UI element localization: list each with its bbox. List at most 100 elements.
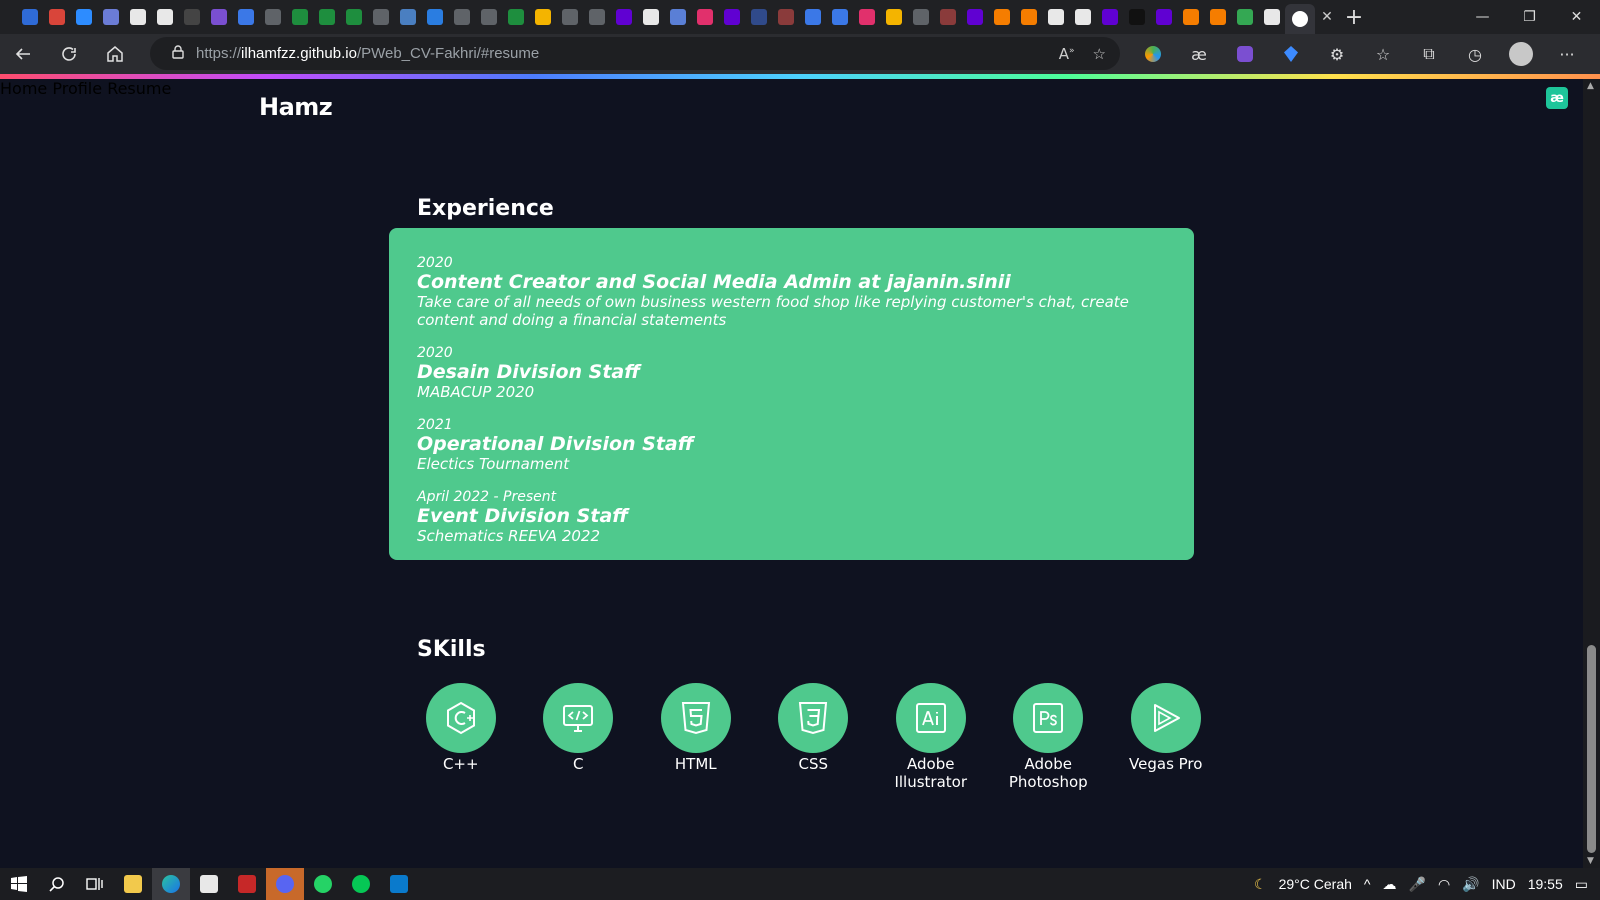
browser-tab[interactable] bbox=[772, 0, 799, 34]
new-tab-button[interactable]: + bbox=[1339, 5, 1369, 30]
browser-tab[interactable] bbox=[1069, 0, 1096, 34]
browser-tab[interactable] bbox=[151, 0, 178, 34]
taskbar-mail[interactable] bbox=[190, 868, 228, 900]
browser-tab[interactable] bbox=[1204, 0, 1231, 34]
close-window-button[interactable]: ✕ bbox=[1553, 0, 1600, 34]
more-menu-icon[interactable]: ··· bbox=[1544, 34, 1590, 74]
browser-tab[interactable] bbox=[934, 0, 961, 34]
notifications-icon[interactable]: ▭ bbox=[1575, 876, 1588, 893]
cloud-icon[interactable]: ☁ bbox=[1383, 876, 1397, 893]
scroll-down-icon[interactable]: ▼ bbox=[1587, 856, 1594, 866]
extension-1-icon[interactable] bbox=[1130, 34, 1176, 74]
browser-tab[interactable] bbox=[178, 0, 205, 34]
active-tab[interactable] bbox=[1285, 4, 1315, 34]
taskbar-discord[interactable] bbox=[266, 868, 304, 900]
history-icon[interactable]: ◷ bbox=[1452, 34, 1498, 74]
clock[interactable]: 19:55 bbox=[1528, 876, 1563, 892]
browser-tab[interactable] bbox=[448, 0, 475, 34]
taskbar-app-red[interactable] bbox=[228, 868, 266, 900]
taskbar-line[interactable] bbox=[342, 868, 380, 900]
tab-close-button[interactable]: ✕ bbox=[1315, 9, 1339, 25]
refresh-button[interactable] bbox=[46, 34, 92, 74]
browser-tab[interactable] bbox=[853, 0, 880, 34]
browser-tab[interactable] bbox=[1231, 0, 1258, 34]
back-button[interactable] bbox=[0, 34, 46, 74]
search-button[interactable] bbox=[38, 868, 76, 900]
scroll-thumb[interactable] bbox=[1587, 645, 1596, 853]
browser-tab[interactable] bbox=[286, 0, 313, 34]
tray-chevron-icon[interactable]: ^ bbox=[1364, 876, 1371, 892]
browser-tab[interactable] bbox=[313, 0, 340, 34]
taskbar-file-explorer[interactable] bbox=[114, 868, 152, 900]
browser-tab[interactable] bbox=[1042, 0, 1069, 34]
browser-tab[interactable] bbox=[1258, 0, 1285, 34]
page-scrollbar[interactable]: ▲ ▼ bbox=[1583, 79, 1600, 868]
mic-icon[interactable]: 🎤 bbox=[1409, 876, 1426, 893]
browser-tab[interactable] bbox=[1096, 0, 1123, 34]
browser-tab[interactable] bbox=[70, 0, 97, 34]
browser-tab[interactable] bbox=[691, 0, 718, 34]
scroll-up-icon[interactable]: ▲ bbox=[1587, 81, 1594, 91]
browser-tab[interactable] bbox=[16, 0, 43, 34]
browser-tab[interactable] bbox=[745, 0, 772, 34]
nav-resume[interactable]: Resume bbox=[107, 79, 171, 98]
browser-tab[interactable] bbox=[259, 0, 286, 34]
extension-4-icon[interactable] bbox=[1268, 34, 1314, 74]
restore-button[interactable]: ❐ bbox=[1506, 0, 1553, 34]
browser-tab[interactable] bbox=[97, 0, 124, 34]
browser-tab[interactable] bbox=[205, 0, 232, 34]
read-aloud-icon[interactable]: A» bbox=[1059, 45, 1075, 63]
add-favorite-icon[interactable]: ☆ bbox=[1093, 45, 1106, 63]
browser-tab[interactable] bbox=[961, 0, 988, 34]
weather-icon[interactable]: ☾ bbox=[1254, 876, 1267, 893]
taskbar-whatsapp[interactable] bbox=[304, 868, 342, 900]
weather-text[interactable]: 29°C Cerah bbox=[1279, 876, 1352, 892]
browser-tab[interactable] bbox=[1150, 0, 1177, 34]
browser-tab[interactable] bbox=[664, 0, 691, 34]
browser-tab[interactable] bbox=[637, 0, 664, 34]
browser-tab[interactable] bbox=[232, 0, 259, 34]
url-bar[interactable]: https://ilhamfzz.github.io/PWeb_CV-Fakhr… bbox=[150, 37, 1120, 70]
extensions-icon[interactable]: ⚙ bbox=[1314, 34, 1360, 74]
task-view-button[interactable] bbox=[76, 868, 114, 900]
browser-tab[interactable] bbox=[556, 0, 583, 34]
start-button[interactable] bbox=[0, 868, 38, 900]
site-brand[interactable]: Hamz bbox=[259, 93, 333, 121]
browser-tab[interactable] bbox=[718, 0, 745, 34]
browser-tab[interactable] bbox=[475, 0, 502, 34]
browser-tab[interactable] bbox=[826, 0, 853, 34]
browser-tab[interactable] bbox=[1123, 0, 1150, 34]
browser-tab[interactable] bbox=[421, 0, 448, 34]
nav-home[interactable]: Home bbox=[0, 79, 47, 98]
wifi-icon[interactable]: ◠ bbox=[1438, 876, 1450, 893]
tab-favicon-icon bbox=[1101, 9, 1118, 25]
language-indicator[interactable]: IND bbox=[1492, 876, 1516, 892]
browser-tab[interactable] bbox=[340, 0, 367, 34]
favorites-icon[interactable]: ☆ bbox=[1360, 34, 1406, 74]
home-button[interactable] bbox=[92, 34, 138, 74]
browser-tab[interactable] bbox=[367, 0, 394, 34]
browser-tab[interactable] bbox=[880, 0, 907, 34]
browser-tab[interactable] bbox=[799, 0, 826, 34]
browser-tab[interactable] bbox=[907, 0, 934, 34]
volume-icon[interactable]: 🔊 bbox=[1462, 876, 1479, 893]
extension-2-icon[interactable]: æ bbox=[1176, 34, 1222, 74]
browser-tab[interactable] bbox=[988, 0, 1015, 34]
browser-tab[interactable] bbox=[583, 0, 610, 34]
browser-tab[interactable] bbox=[610, 0, 637, 34]
browser-tab[interactable] bbox=[1177, 0, 1204, 34]
browser-tab[interactable] bbox=[43, 0, 70, 34]
browser-tab[interactable] bbox=[529, 0, 556, 34]
nav-profile[interactable]: Profile bbox=[52, 79, 102, 98]
browser-tab[interactable] bbox=[502, 0, 529, 34]
taskbar-edge[interactable] bbox=[152, 868, 190, 900]
extension-3-icon[interactable] bbox=[1222, 34, 1268, 74]
minimize-button[interactable]: — bbox=[1459, 0, 1506, 34]
browser-tab[interactable] bbox=[394, 0, 421, 34]
taskbar-vscode[interactable] bbox=[380, 868, 418, 900]
browser-tab[interactable] bbox=[124, 0, 151, 34]
browser-tab[interactable] bbox=[1015, 0, 1042, 34]
collections-icon[interactable]: ⧉ bbox=[1406, 34, 1452, 74]
profile-avatar[interactable] bbox=[1498, 34, 1544, 74]
extension-badge[interactable]: æ bbox=[1546, 87, 1568, 109]
